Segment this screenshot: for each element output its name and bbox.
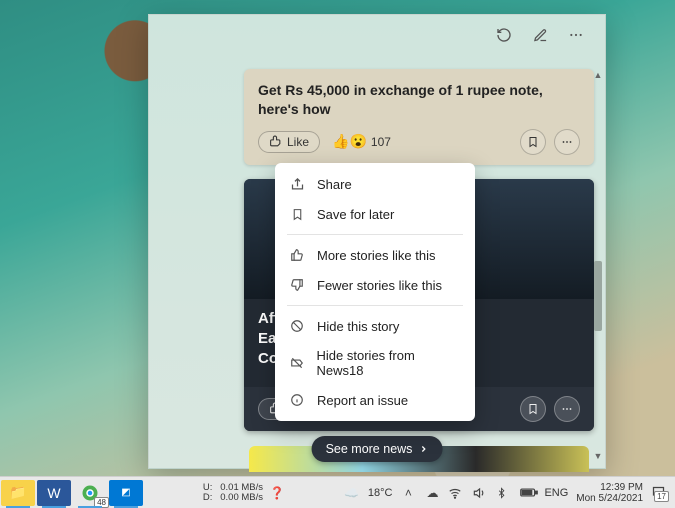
chevron-right-icon (418, 444, 428, 454)
taskbar-pinned: 📁 W 48 ◩ (0, 477, 144, 508)
tray-chevron-icon[interactable]: ˄ (400, 486, 416, 500)
taskbar-app-chrome[interactable]: 48 (73, 480, 107, 506)
bookmark-icon (527, 136, 539, 148)
taskbar-app-generic[interactable]: ◩ (109, 480, 143, 506)
net-speed: U: 0.01 MB/s D: 0.00 MB/s (203, 483, 263, 503)
help-icon[interactable]: ❓ (269, 486, 285, 500)
panel-more-button[interactable] (565, 24, 587, 46)
weather-icon[interactable]: ☁️ (344, 486, 360, 500)
menu-report[interactable]: Report an issue (275, 385, 475, 415)
reactions[interactable]: 👍😮 107 (332, 133, 391, 150)
onedrive-icon[interactable]: ☁ (424, 486, 440, 500)
hide-source-icon (289, 355, 305, 371)
menu-save[interactable]: Save for later (275, 199, 475, 229)
news-card[interactable]: Get Rs 45,000 in exchange of 1 rupee not… (244, 69, 594, 165)
card-actions: Like 👍😮 107 (258, 129, 580, 155)
taskbar-app-word[interactable]: W (37, 480, 71, 506)
thumbs-up-icon (289, 247, 305, 263)
reaction-count: 107 (371, 135, 391, 149)
scroll-thumb[interactable] (594, 261, 602, 331)
menu-fewer-like[interactable]: Fewer stories like this (275, 270, 475, 300)
bookmark-icon (289, 206, 305, 222)
see-more-label: See more news (326, 442, 413, 456)
card-more-button[interactable] (554, 396, 580, 422)
bookmark-button[interactable] (520, 129, 546, 155)
system-tray: ☁️ 18°C ˄ ☁ ENG 12:39 PM Mon 5/24/2021 1… (344, 482, 675, 504)
action-center-badge: 17 (654, 491, 669, 502)
panel-toolbar (149, 15, 605, 55)
clock[interactable]: 12:39 PM Mon 5/24/2021 (576, 482, 643, 504)
chrome-badge: 48 (94, 497, 109, 508)
menu-share[interactable]: Share (275, 169, 475, 199)
menu-separator (287, 234, 463, 235)
scroll-down-icon[interactable]: ▼ (593, 450, 603, 462)
menu-separator (287, 305, 463, 306)
more-icon (561, 136, 573, 148)
scroll-up-icon[interactable]: ▲ (593, 69, 603, 81)
language-indicator[interactable]: ENG (544, 487, 568, 499)
taskbar: 📁 W 48 ◩ U: 0.01 MB/s D: 0.00 MB/s ❓ ☁️ … (0, 476, 675, 508)
feed-scrollbar[interactable]: ▲ ▼ (593, 69, 603, 462)
menu-hide-story[interactable]: Hide this story (275, 311, 475, 341)
menu-more-like[interactable]: More stories like this (275, 240, 475, 270)
reaction-emoji-icon: 👍😮 (332, 133, 367, 150)
more-icon (561, 403, 573, 415)
action-center-icon[interactable]: 17 (651, 485, 667, 500)
share-icon (289, 176, 305, 192)
edit-button[interactable] (529, 24, 551, 46)
weather-temp[interactable]: 18°C (368, 487, 393, 499)
bluetooth-icon[interactable] (496, 486, 512, 500)
like-button[interactable]: Like (258, 131, 320, 153)
menu-hide-source[interactable]: Hide stories from News18 (275, 341, 475, 385)
scroll-track[interactable] (593, 81, 603, 450)
refresh-button[interactable] (493, 24, 515, 46)
info-icon (289, 392, 305, 408)
story-context-menu: Share Save for later More stories like t… (275, 163, 475, 421)
wifi-icon[interactable] (448, 486, 464, 500)
volume-icon[interactable] (472, 486, 488, 500)
thumbs-down-icon (289, 277, 305, 293)
like-label: Like (287, 135, 309, 149)
see-more-button[interactable]: See more news (312, 436, 443, 462)
battery-icon[interactable] (520, 487, 536, 498)
bookmark-icon (527, 403, 539, 415)
card-headline: Get Rs 45,000 in exchange of 1 rupee not… (258, 81, 580, 119)
thumbs-up-icon (269, 135, 282, 148)
taskbar-app-explorer[interactable]: 📁 (1, 480, 35, 506)
bookmark-button[interactable] (520, 396, 546, 422)
taskbar-center: U: 0.01 MB/s D: 0.00 MB/s ❓ (144, 483, 344, 503)
card-more-button[interactable] (554, 129, 580, 155)
block-icon (289, 318, 305, 334)
